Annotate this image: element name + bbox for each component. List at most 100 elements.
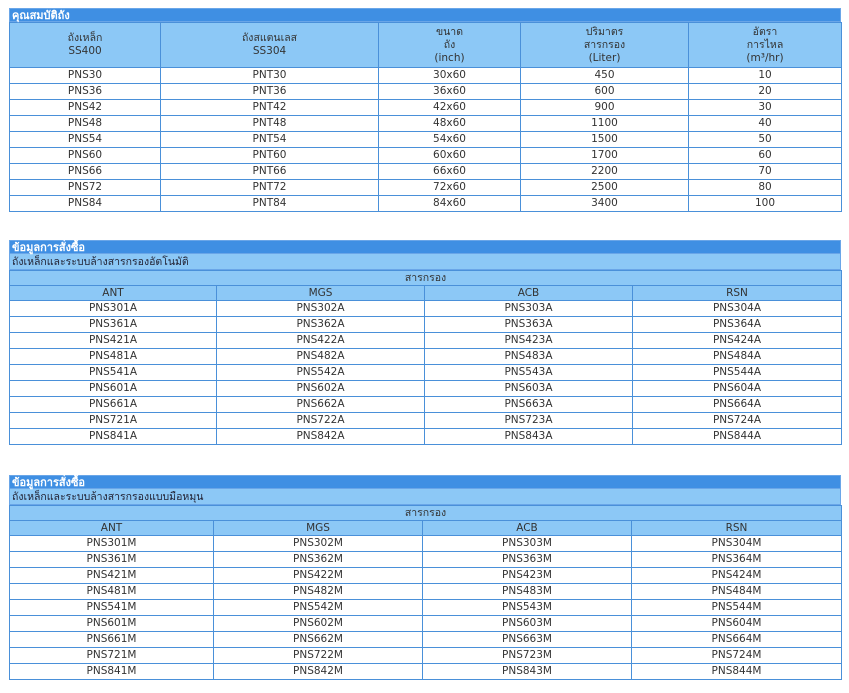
table-cell: PNS304M (631, 535, 842, 552)
table-cell: 54x60 (378, 131, 521, 148)
spec-column-header: ขนาด ถัง (inch) (378, 22, 521, 68)
table-cell: PNS361M (9, 551, 214, 568)
table-cell: PNS604M (631, 615, 842, 632)
spec-header-row: ถังเหล็ก SS400 ถังสแตนเลส SS304 ขนาด ถัง (inch… (9, 22, 842, 68)
table-row: PNS42 PNT42 42x60 900 30 (9, 99, 842, 116)
spec-column-header-line: ปริมาตร (585, 25, 624, 38)
table-cell: PNS542A (216, 364, 425, 381)
table-cell: PNT84 (160, 195, 379, 212)
table-cell: PNS302A (216, 300, 425, 317)
table-row: PNS661M PNS662M PNS663M PNS664M (9, 631, 842, 648)
column-header: MGS (213, 520, 423, 536)
table-row: PNS601A PNS602A PNS603A PNS604A (9, 380, 842, 397)
spec-column-header-line: SS304 (252, 45, 287, 57)
table-row: PNS421M PNS422M PNS423M PNS424M (9, 567, 842, 584)
column-header: ANT (9, 520, 214, 536)
table-row: PNS66 PNT66 66x60 2200 70 (9, 163, 842, 180)
table-cell: PNS364M (631, 551, 842, 568)
table-cell: PNS602M (213, 615, 423, 632)
table-cell: PNS604A (632, 380, 842, 397)
table-cell: PNS301A (9, 300, 217, 317)
spec-section: คุณสมบัติถัง ถังเหล็ก SS400 ถังสแตนเลส SS30… (9, 8, 842, 212)
table-row: PNS301M PNS302M PNS303M PNS304M (9, 535, 842, 552)
table-cell: 20 (688, 83, 842, 100)
table-cell: PNS303A (424, 300, 633, 317)
order-auto-table-body: PNS301A PNS302A PNS303A PNS304A PNS361A PNS36… (9, 300, 842, 445)
table-row: PNS841M PNS842M PNS843M PNS844M (9, 663, 842, 680)
column-header: ACB (424, 285, 633, 301)
column-header: ACB (422, 520, 632, 536)
order-manual-section: ข้อมูลการสั่งซื้อ ถังเหล็กและระบบล้างสาร… (9, 475, 842, 680)
table-row: PNS361M PNS362M PNS363M PNS364M (9, 551, 842, 568)
table-cell: PNS483M (422, 583, 632, 600)
table-cell: PNT48 (160, 115, 379, 132)
table-row: PNS361A PNS362A PNS363A PNS364A (9, 316, 842, 333)
table-row: PNS60 PNT60 60x60 1700 60 (9, 147, 842, 164)
table-cell: PNS423A (424, 332, 633, 349)
table-cell: PNS42 (9, 99, 161, 116)
table-cell: PNS661A (9, 396, 217, 413)
table-cell: PNT30 (160, 67, 379, 84)
table-cell: 84x60 (378, 195, 521, 212)
table-cell: PNS662A (216, 396, 425, 413)
order-manual-subtitle: ถังเหล็กและระบบล้างสารกรองแบบมือหมุน (9, 489, 841, 505)
table-cell: PNS663M (422, 631, 632, 648)
table-cell: PNS30 (9, 67, 161, 84)
table-cell: 60x60 (378, 147, 521, 164)
spec-column-header-line: ถัง (443, 38, 456, 51)
table-cell: PNS72 (9, 179, 161, 196)
table-cell: PNS664A (632, 396, 842, 413)
table-cell: 30x60 (378, 67, 521, 84)
table-cell: 1700 (520, 147, 689, 164)
table-row: PNS301A PNS302A PNS303A PNS304A (9, 300, 842, 317)
table-cell: 72x60 (378, 179, 521, 196)
spec-column-header-line: สารกรอง (583, 38, 626, 51)
table-cell: 70 (688, 163, 842, 180)
spec-column-header-line: ขนาด (435, 25, 464, 38)
spec-column-header: ถังสแตนเลส SS304 (160, 22, 379, 68)
table-row: PNS30 PNT30 30x60 450 10 (9, 67, 842, 84)
spec-table-body: PNS30 PNT30 30x60 450 10 PNS36 PNT36 36x60 600 20… (9, 67, 842, 212)
table-cell: PNS842A (216, 428, 425, 445)
table-cell: PNS842M (213, 663, 423, 680)
table-row: PNS481M PNS482M PNS483M PNS484M (9, 583, 842, 600)
table-row: PNS84 PNT84 84x60 3400 100 (9, 195, 842, 212)
table-cell: PNS302M (213, 535, 423, 552)
spec-column-header-line: อัตรา (752, 25, 778, 38)
table-cell: PNS843M (422, 663, 632, 680)
table-cell: PNS723A (424, 412, 633, 429)
table-cell: PNS723M (422, 647, 632, 664)
table-cell: PNS603M (422, 615, 632, 632)
table-cell: 42x60 (378, 99, 521, 116)
table-cell: PNS602A (216, 380, 425, 397)
table-row: PNS36 PNT36 36x60 600 20 (9, 83, 842, 100)
order-manual-table-body: PNS301M PNS302M PNS303M PNS304M PNS361M PNS36… (9, 535, 842, 680)
table-cell: PNS543A (424, 364, 633, 381)
table-cell: PNT42 (160, 99, 379, 116)
table-cell: PNS303M (422, 535, 632, 552)
table-cell: 2500 (520, 179, 689, 196)
order-manual-group-header: สารกรอง (9, 505, 842, 521)
order-auto-section: ข้อมูลการสั่งซื้อ ถังเหล็กและระบบล้างสาร… (9, 240, 842, 445)
table-cell: PNS722A (216, 412, 425, 429)
table-cell: PNS483A (424, 348, 633, 365)
spec-column-header-line: (inch) (434, 51, 465, 64)
table-cell: PNS48 (9, 115, 161, 132)
table-cell: PNT72 (160, 179, 379, 196)
table-cell: 100 (688, 195, 842, 212)
order-manual-table: สารกรอง ANT MGS ACB RSN PNS301M PNS302M PNS30… (9, 505, 842, 680)
table-cell: PNS721A (9, 412, 217, 429)
column-header: MGS (216, 285, 425, 301)
column-header: RSN (631, 520, 842, 536)
table-cell: PNS36 (9, 83, 161, 100)
table-row: PNS481A PNS482A PNS483A PNS484A (9, 348, 842, 365)
spec-column-header: อัตรา การไหล (m³/hr) (688, 22, 842, 68)
table-cell: PNS304A (632, 300, 842, 317)
table-cell: 600 (520, 83, 689, 100)
table-cell: PNS54 (9, 131, 161, 148)
order-auto-table: สารกรอง ANT MGS ACB RSN PNS301A PNS302A PNS30… (9, 270, 842, 445)
table-cell: 450 (520, 67, 689, 84)
column-header: ANT (9, 285, 217, 301)
table-cell: PNS543M (422, 599, 632, 616)
table-cell: PNT54 (160, 131, 379, 148)
